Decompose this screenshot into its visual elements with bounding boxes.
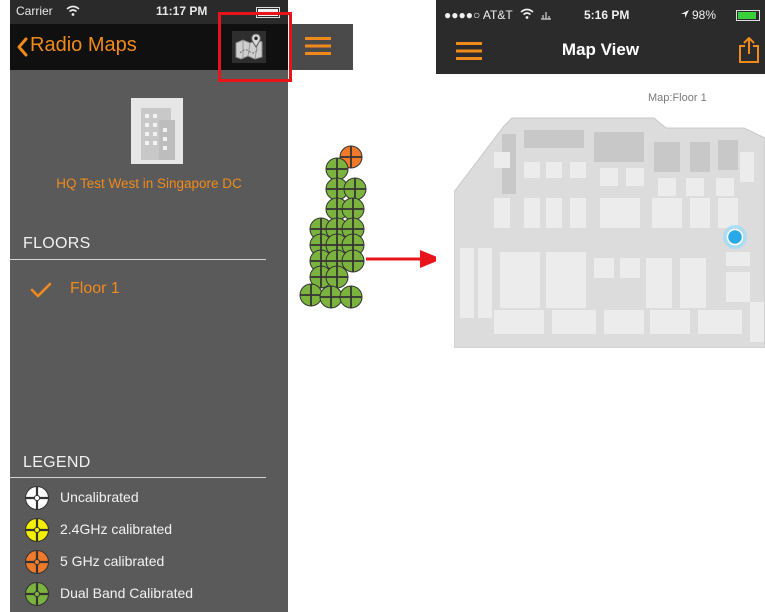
radio-map-strip: [289, 0, 367, 612]
access-point-icon: [25, 550, 49, 574]
building-icon: [131, 98, 183, 164]
battery-percent: 98%: [692, 8, 717, 22]
legend-divider: [10, 477, 266, 478]
floors-divider: [10, 259, 266, 260]
location-arrow-icon: [681, 10, 689, 18]
map-caption: Map:Floor 1: [648, 92, 707, 104]
status-time: 5:16 PM: [584, 8, 630, 22]
wifi-icon: [66, 5, 80, 16]
wifi-icon: [520, 8, 534, 19]
legend-label: 2.4GHz calibrated: [60, 521, 173, 537]
floors-header: FLOORS: [23, 235, 91, 252]
access-point-cluster: [299, 145, 367, 309]
legend-label: 5 GHz calibrated: [60, 553, 165, 569]
legend-item-dual-band: Dual Band Calibrated: [24, 581, 284, 607]
floor-map[interactable]: [454, 112, 765, 348]
legend-item-uncalibrated: Uncalibrated: [24, 485, 284, 511]
access-point-icon: [25, 518, 49, 542]
access-point-icon: [25, 486, 49, 510]
share-icon[interactable]: [738, 36, 760, 64]
menu-button[interactable]: [289, 24, 353, 70]
arrow-right-icon: [366, 250, 442, 268]
highlight-box: [218, 12, 292, 82]
carrier-label: ●●●●○ AT&T: [444, 8, 513, 22]
chevron-left-icon: [17, 37, 28, 57]
legend-item-2-4ghz: 2.4GHz calibrated: [24, 517, 284, 543]
access-point-icon: [25, 582, 49, 606]
checkmark-icon: [30, 282, 52, 298]
back-button-label: Radio Maps: [30, 34, 137, 56]
legend-label: Dual Band Calibrated: [60, 585, 194, 601]
legend-header: LEGEND: [23, 454, 91, 471]
activity-icon: [541, 12, 551, 20]
legend-label: Uncalibrated: [60, 489, 139, 505]
status-bar: ●●●●○ AT&T 5:16 PM 98%: [436, 0, 765, 28]
legend-item-5ghz: 5 GHz calibrated: [24, 549, 284, 575]
status-time: 11:17 PM: [156, 4, 208, 18]
nav-bar: Map View: [436, 28, 765, 74]
battery-icon: [736, 10, 760, 21]
floor-label: Floor 1: [70, 280, 120, 297]
carrier-label: Carrier: [16, 4, 53, 18]
page-title: Map View: [561, 40, 640, 59]
hamburger-menu-icon: [305, 37, 331, 55]
left-phone-screen: Carrier 11:17 PM Radio Maps HQ Test West…: [10, 0, 288, 612]
floor-list-item[interactable]: Floor 1: [10, 274, 288, 308]
building-name: HQ Test West in Singapore DC: [56, 176, 242, 191]
